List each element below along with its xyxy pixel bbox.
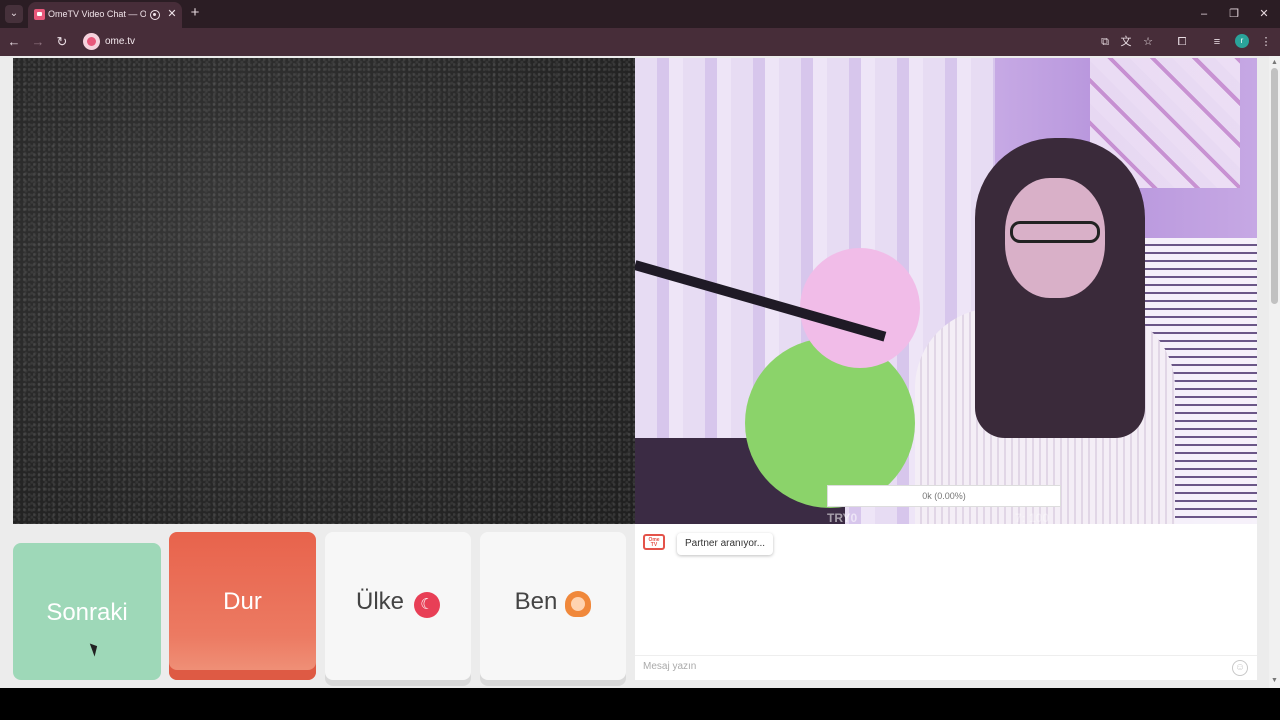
- install-app-icon[interactable]: ⧉: [1097, 34, 1113, 50]
- ometv-favicon: [34, 9, 45, 20]
- video-plush-pink: [800, 248, 920, 368]
- browser-toolbar: ← → ↻ ome.tv ⧉ 文 ☆ ⧠ ≡ r ⋮: [0, 28, 1280, 56]
- translate-icon[interactable]: 文: [1118, 34, 1134, 50]
- scroll-down-icon[interactable]: ▼: [1270, 676, 1279, 685]
- restore-icon[interactable]: ❐: [1226, 6, 1242, 22]
- reload-icon[interactable]: ↻: [54, 34, 70, 50]
- browser-tab-ometv[interactable]: OmeTV Video Chat — Ome ✕: [28, 2, 182, 28]
- media-controls-icon[interactable]: ≡: [1209, 34, 1225, 50]
- female-avatar-icon: [565, 590, 592, 619]
- ometv-logo: Ome TV: [643, 534, 665, 550]
- tab-list-icon[interactable]: ⌄: [5, 5, 23, 23]
- site-info-icon[interactable]: [83, 33, 100, 50]
- next-button-label: Sonraki: [46, 599, 128, 626]
- menu-icon[interactable]: ⋮: [1258, 34, 1274, 50]
- emoji-icon[interactable]: ☺: [1232, 660, 1248, 676]
- forward-icon[interactable]: →: [30, 34, 46, 50]
- next-button[interactable]: Sonraki: [13, 543, 161, 680]
- scrollbar-thumb[interactable]: [1271, 68, 1278, 304]
- bookmark-star-icon[interactable]: ☆: [1140, 34, 1156, 50]
- chat-status-message: Partner aranıyor...: [677, 533, 774, 555]
- new-tab-button[interactable]: +: [187, 5, 203, 21]
- profile-avatar[interactable]: r: [1235, 34, 1249, 48]
- video-person-glasses: [1010, 221, 1100, 243]
- audio-playing-icon[interactable]: [150, 10, 160, 20]
- close-icon[interactable]: ✕: [1256, 6, 1272, 22]
- screen-bottom-bar: [0, 688, 1280, 720]
- turkey-flag-icon: ☾: [414, 591, 440, 618]
- page-content: TRY0 7: 100 0k (0.00%) Sonraki Dur Ülke ☾…: [0, 56, 1280, 688]
- stop-button-label: Dur: [223, 588, 262, 615]
- scroll-up-icon[interactable]: ▲: [1270, 58, 1279, 67]
- tab-close-button[interactable]: ✕: [165, 7, 179, 21]
- country-button[interactable]: Ülke ☾: [325, 532, 471, 680]
- address-bar-url[interactable]: ome.tv: [105, 36, 135, 47]
- back-icon[interactable]: ←: [6, 34, 22, 50]
- me-button[interactable]: Ben: [480, 532, 626, 680]
- extensions-icon[interactable]: ⧠: [1174, 34, 1190, 50]
- connection-status-box: 0k (0.00%): [827, 485, 1061, 507]
- tab-title: OmeTV Video Chat — Ome: [48, 9, 146, 19]
- chat-panel: Ome TV Partner aranıyor... ☺: [635, 524, 1257, 680]
- country-button-label: Ülke: [355, 588, 404, 615]
- video-watermark: TRY0: [827, 511, 858, 524]
- stop-button[interactable]: Dur: [169, 532, 316, 680]
- browser-titlebar: ⌄ OmeTV Video Chat — Ome ✕ + – ❐ ✕: [0, 0, 1280, 28]
- chat-input-row: ☺: [635, 655, 1257, 680]
- own-camera-video: TRY0 7: 100: [635, 58, 1257, 524]
- video-watermark-right: 7: 100: [1015, 511, 1050, 524]
- page-scrollbar[interactable]: ▲ ▼: [1269, 56, 1280, 688]
- minimize-icon[interactable]: –: [1196, 6, 1212, 22]
- me-button-label: Ben: [514, 588, 558, 615]
- partner-video-static: [13, 58, 635, 524]
- video-plush-green: [745, 338, 915, 508]
- message-input[interactable]: [643, 661, 1223, 672]
